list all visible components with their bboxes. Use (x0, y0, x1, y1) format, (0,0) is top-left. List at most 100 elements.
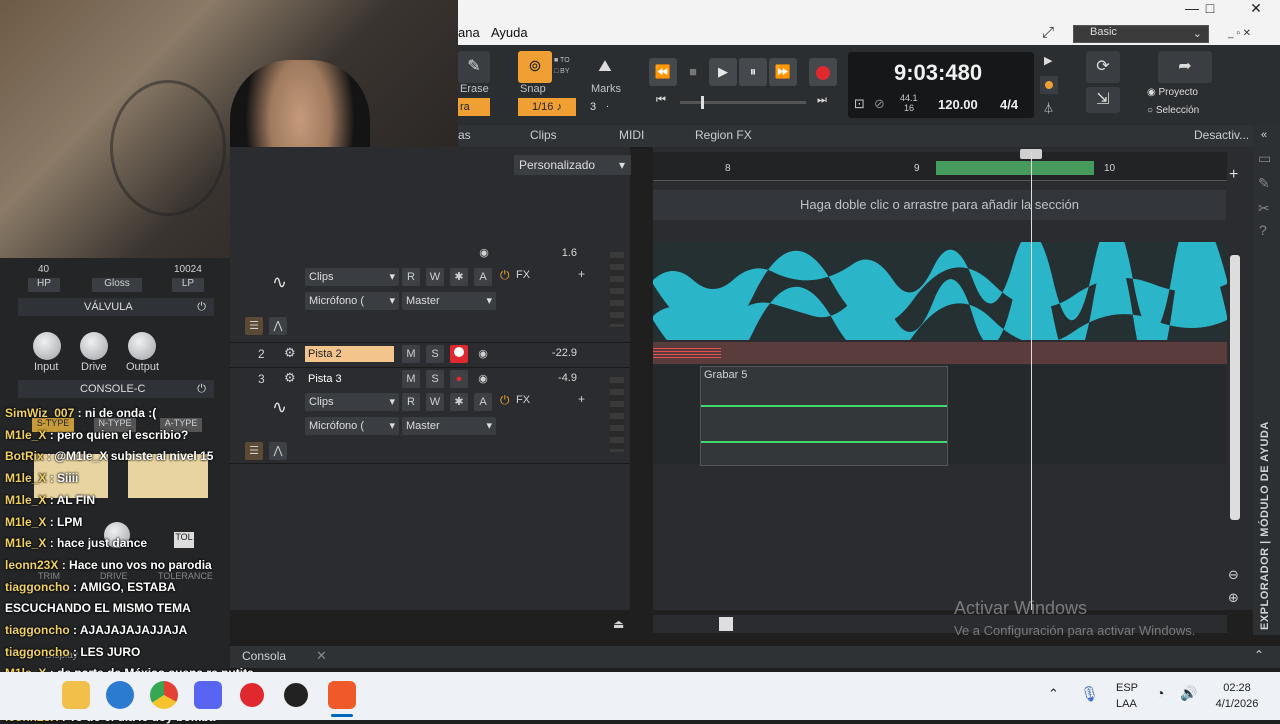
loop-region[interactable] (936, 161, 1094, 175)
add-fx-icon[interactable]: + (578, 267, 585, 281)
help-icon[interactable]: ? (1259, 222, 1267, 238)
tab-desactivar[interactable]: Desactiv... (1194, 128, 1249, 142)
track-3-lane[interactable]: Grabar 5 (653, 366, 1227, 466)
power-icon[interactable]: ⏻ (500, 268, 510, 283)
preset-select[interactable]: Basic ⌄ (1073, 25, 1209, 43)
go-start-icon[interactable]: ⏮ (656, 94, 666, 107)
signature-readout[interactable]: 4/4 (1000, 97, 1018, 112)
play-button[interactable]: ▶ (709, 58, 737, 86)
input-knob[interactable] (33, 332, 61, 360)
clock-date[interactable]: 4/1/2026 (1210, 698, 1264, 710)
power-icon[interactable]: ⏻ (197, 298, 206, 316)
read-button[interactable]: R (402, 268, 420, 286)
collapse-icon[interactable]: ⏏ (613, 617, 624, 631)
volume-icon[interactable]: 🔊 (1180, 685, 1197, 702)
time-display[interactable]: 9:03:480 ⊡ ⊘ 44.1 16 120.00 4/4 (848, 52, 1034, 118)
track-name[interactable]: Pista 3 (305, 371, 394, 387)
fx-label[interactable]: FX (516, 394, 530, 406)
language-top[interactable]: ESP (1116, 682, 1138, 694)
chevron-up-icon[interactable]: ⌃ (1254, 648, 1264, 662)
track-row-1[interactable]: 1.6 ◉ ∿ Clips ▾ Micrófono (▾ Master ▾ R W … (230, 242, 630, 343)
track-row-2[interactable]: 2 ⚙ Pista 2 M S ◉ -22.9 (230, 342, 630, 368)
fx-label[interactable]: FX (516, 269, 530, 281)
obs-icon[interactable] (284, 683, 308, 707)
tab-region-fx[interactable]: Region FX (695, 128, 752, 142)
recording-clip[interactable] (653, 348, 721, 358)
wifi-icon[interactable]: ◔ (1156, 685, 1164, 701)
track-name[interactable]: Pista 2 (305, 346, 394, 362)
zoom-out-icon[interactable]: ⊖ (1228, 567, 1239, 583)
radio-selection[interactable]: ○ Selección (1147, 105, 1199, 116)
chrome-icon[interactable] (150, 681, 178, 709)
audio-clip[interactable]: Grabar 5 (700, 366, 948, 466)
track-output-select[interactable]: Master ▾ (402, 292, 496, 310)
share-button[interactable]: ➦ (1158, 51, 1212, 83)
play-small-icon[interactable]: ▶ (1044, 54, 1052, 67)
asterisk-icon[interactable]: ✱ (450, 393, 468, 411)
track-mode-select[interactable]: Clips ▾ (305, 268, 399, 286)
solo-button[interactable]: S (426, 370, 444, 388)
loop-icon[interactable]: ⊡ (854, 96, 865, 112)
drive-knob[interactable] (80, 332, 108, 360)
collapse-panel-icon[interactable]: « (1261, 129, 1267, 141)
mute-button[interactable]: M (402, 345, 420, 363)
track-input-select[interactable]: Micrófono (▾ (305, 292, 399, 310)
track-row-3[interactable]: 3 ⚙ Pista 3 M S ● ◉ -4.9 ∿ Clips ▾ Micróf… (230, 367, 630, 464)
lanes-icon[interactable]: ☰ (245, 317, 263, 335)
track-volume[interactable]: -4.9 (541, 372, 577, 384)
power-icon[interactable]: ⏻ (500, 393, 510, 408)
close-icon[interactable]: ✕ (316, 648, 327, 664)
plugin-header-valvula[interactable]: VÁLVULA ⏻ (18, 298, 214, 316)
position-slider[interactable] (680, 96, 806, 109)
track-volume[interactable]: 1.6 (541, 247, 577, 259)
console-tab[interactable]: Consola (242, 649, 286, 663)
edit-icon[interactable]: ✎ (1258, 175, 1270, 192)
pause-button[interactable]: ⏸ (739, 58, 767, 86)
folder-icon[interactable]: ▭ (1258, 150, 1271, 167)
track-settings-icon[interactable]: ⚙ (284, 370, 296, 386)
rewind-button[interactable]: ⏪ (649, 58, 677, 86)
write-button[interactable]: W (426, 393, 444, 411)
snap-value[interactable]: 1/16 ♪ (518, 98, 576, 116)
youtube-music-icon[interactable] (240, 683, 264, 707)
inner-window-controls[interactable]: _ ▫ ✕ (1228, 28, 1251, 39)
expand-icon[interactable]: ⤢ (1042, 24, 1054, 41)
automation-button[interactable]: A (474, 393, 492, 411)
studio-one-icon[interactable] (328, 681, 356, 709)
plugin-header-console[interactable]: CONSOLE-C ⏻ (18, 380, 214, 398)
chevron-up-icon[interactable]: ⌃ (1048, 686, 1059, 702)
metronome-off-icon[interactable]: ⊘ (874, 96, 885, 112)
maximize-button[interactable]: □ (1188, 0, 1232, 18)
tools-icon[interactable]: ✂ (1258, 200, 1270, 217)
close-button[interactable]: ✕ (1234, 0, 1278, 18)
toby-icon[interactable]: ■ TO □ BY (554, 55, 570, 77)
scroll-thumb[interactable] (719, 617, 733, 631)
tempo-readout[interactable]: 120.00 (938, 97, 978, 112)
metronome-button[interactable] (1040, 76, 1058, 94)
edge-icon[interactable] (106, 681, 134, 709)
fast-forward-button[interactable]: ⏩ (769, 58, 797, 86)
go-end-icon[interactable]: ⏭ (817, 94, 827, 107)
snap-button[interactable]: ⊚ (518, 51, 552, 83)
discord-icon[interactable] (194, 681, 222, 709)
tool-tab[interactable]: ra (458, 98, 490, 116)
read-button[interactable]: R (402, 393, 420, 411)
view-preset-select[interactable]: Personalizado ▾ (514, 155, 631, 175)
mute-button[interactable]: M (402, 370, 420, 388)
tab-midi[interactable]: MIDI (619, 128, 644, 142)
hp-button[interactable]: HP (28, 278, 60, 292)
record-arm-button[interactable]: ● (450, 370, 468, 388)
slider-handle[interactable] (701, 96, 704, 109)
write-button[interactable]: W (426, 268, 444, 286)
clock-time[interactable]: 02:28 (1212, 682, 1262, 694)
marks-button[interactable]: ⛰ (588, 51, 622, 83)
loop-button[interactable]: ⟳ (1086, 51, 1120, 83)
audio-clip-track-1[interactable] (653, 212, 1227, 379)
menu-item-ayuda[interactable]: Ayuda (491, 25, 528, 40)
erase-tool-button[interactable]: ✎ (458, 51, 490, 83)
side-panel-label[interactable]: EXPLORADOR | MÓDULO DE AYUDA (1259, 421, 1271, 630)
metronome-icon[interactable]: ⏃ (1043, 100, 1054, 116)
track-settings-icon[interactable]: ⚙ (284, 345, 296, 361)
vertical-scrollbar[interactable] (1230, 255, 1240, 520)
power-icon[interactable]: ⏻ (197, 380, 206, 398)
